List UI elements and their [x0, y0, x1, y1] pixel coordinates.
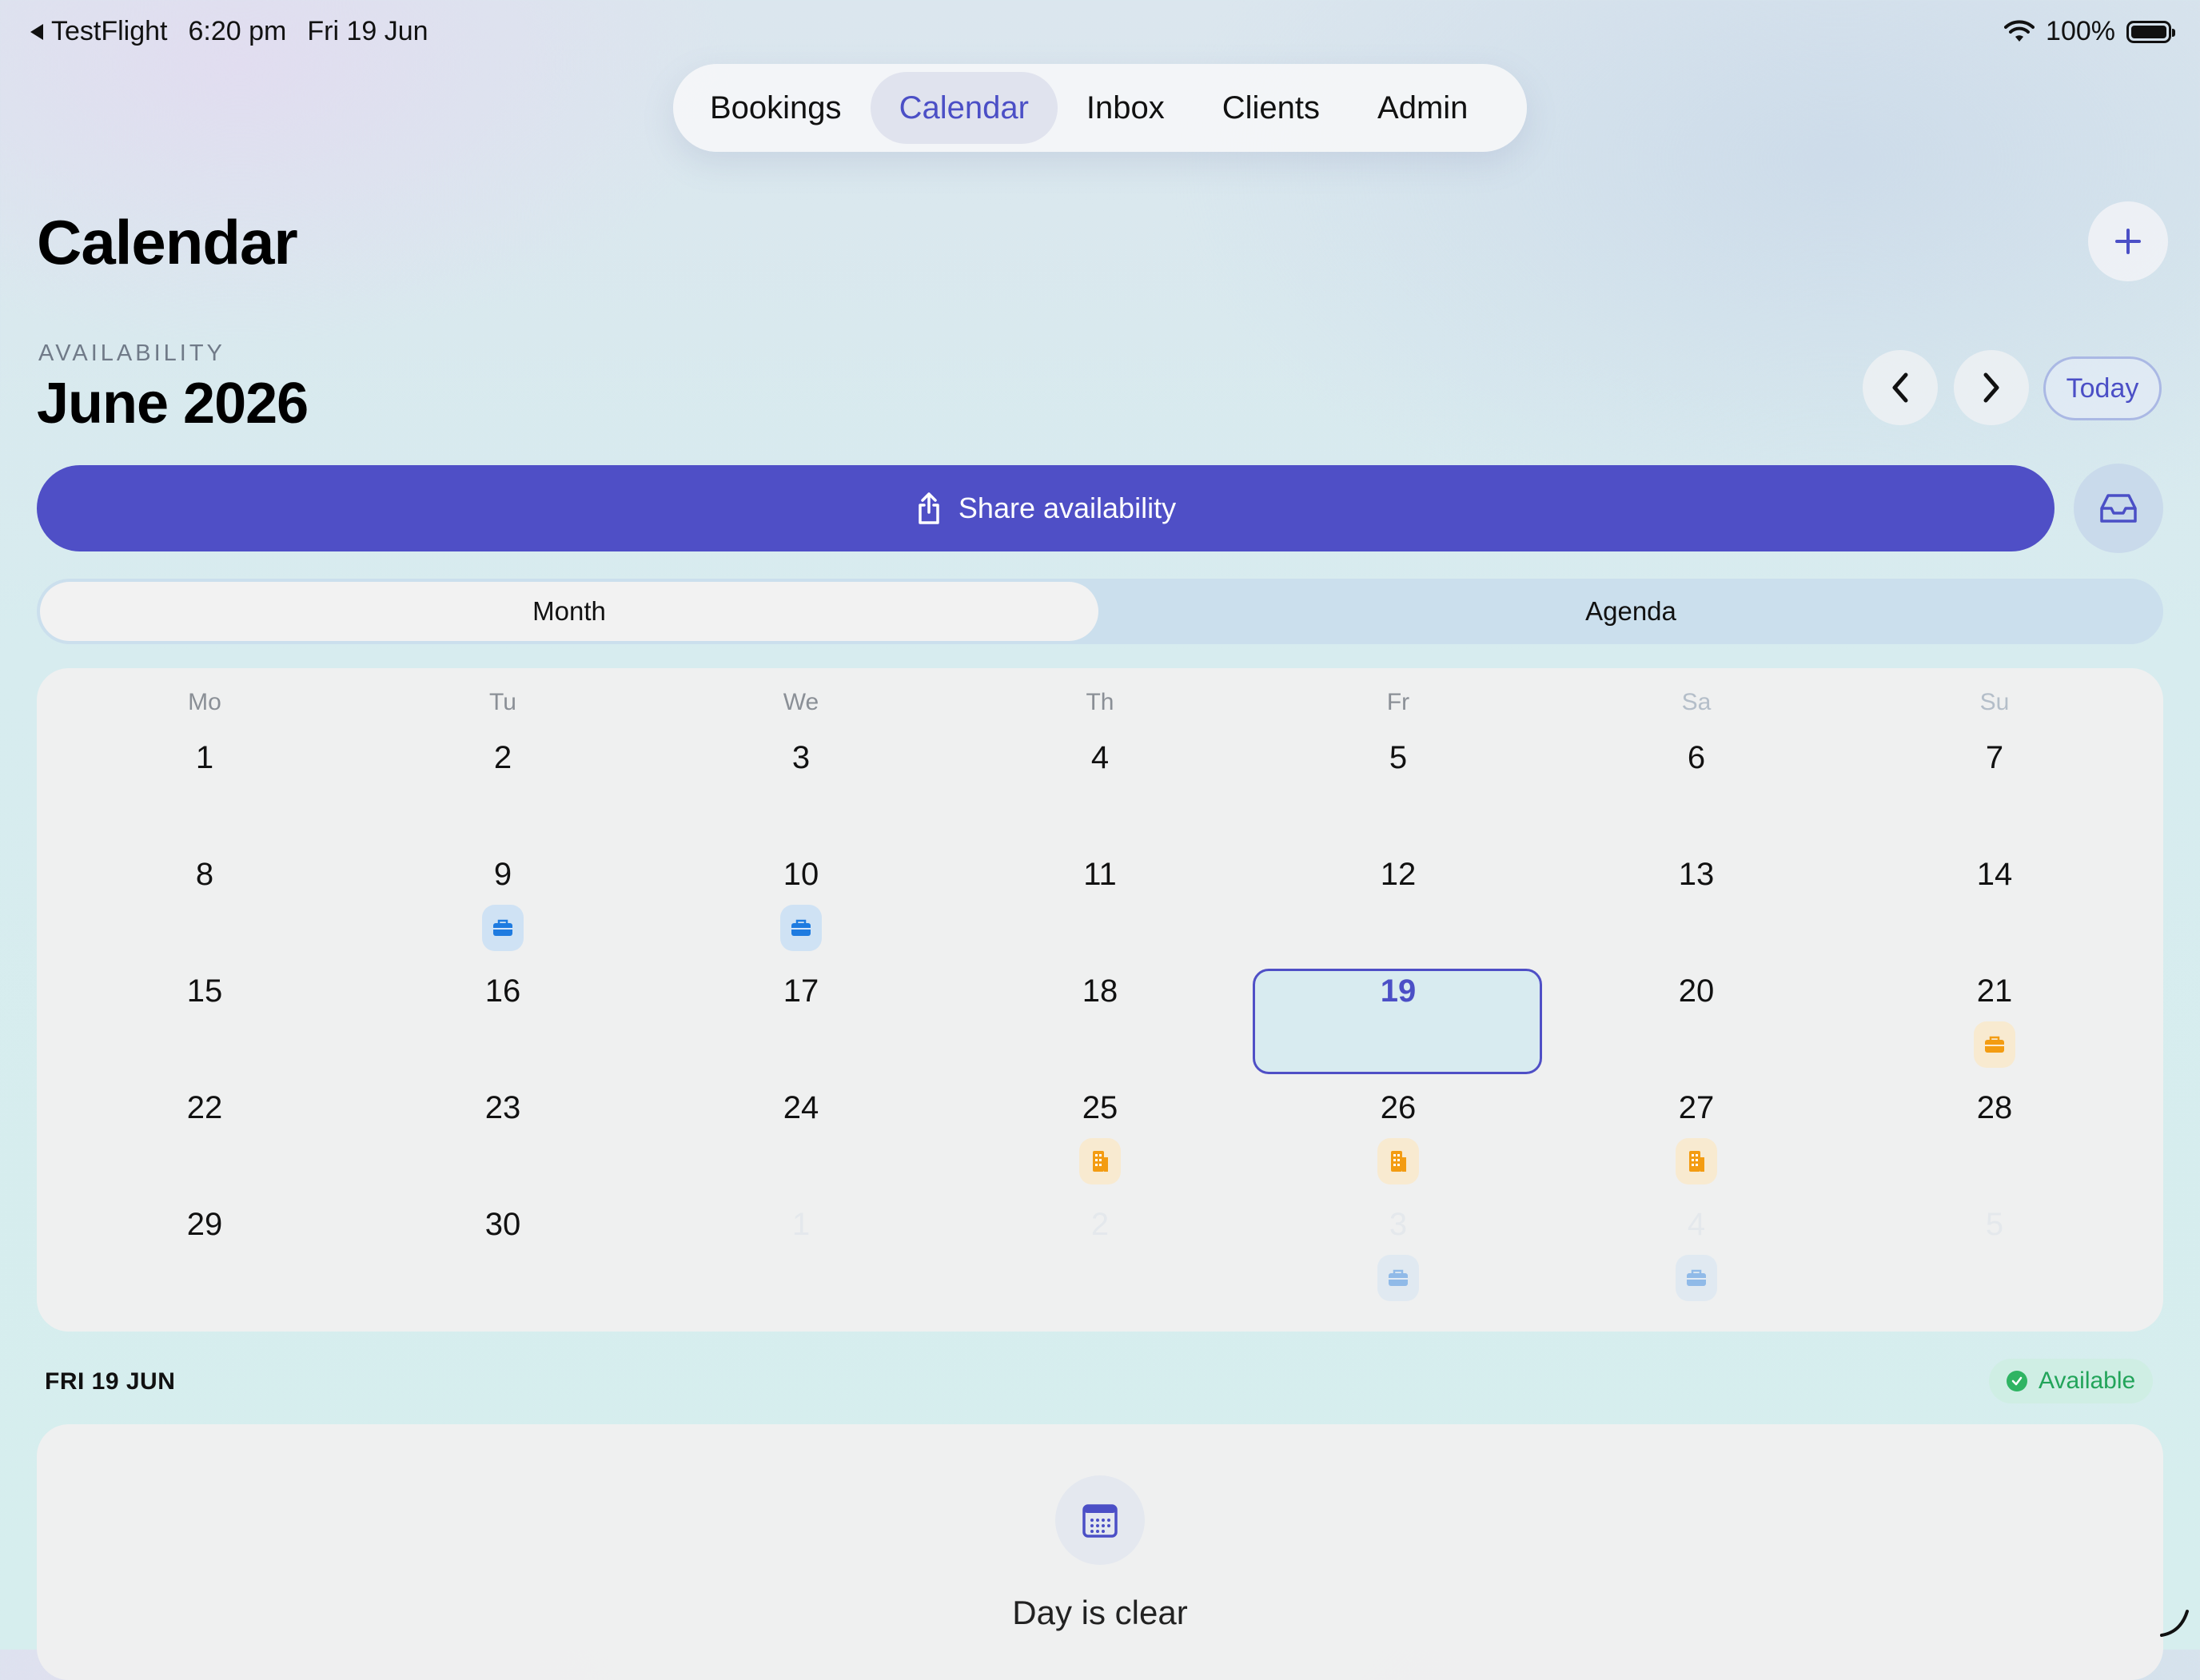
resize-handle-icon[interactable]: [2157, 1605, 2192, 1640]
calendar-day[interactable]: 10: [721, 857, 881, 893]
calendar-day[interactable]: 19: [1318, 973, 1478, 1009]
briefcase-icon: [1676, 1255, 1717, 1301]
top-tab-bar: Bookings Calendar Inbox Clients Admin: [673, 64, 1527, 152]
segment-month[interactable]: Month: [40, 582, 1098, 641]
calendar-day[interactable]: 13: [1616, 857, 1776, 893]
calendar-day[interactable]: 24: [721, 1090, 881, 1126]
calendar-day[interactable]: 12: [1318, 857, 1478, 893]
calendar-day[interactable]: 7: [1915, 740, 2074, 776]
calendar-day[interactable]: 17: [721, 973, 881, 1009]
weekday-header: Sa: [1681, 689, 1712, 715]
checkmark-circle-icon: [2007, 1371, 2027, 1391]
calendar-day[interactable]: 2: [1020, 1207, 1180, 1243]
selected-date-label: FRI 19 JUN: [45, 1368, 176, 1395]
status-date: Fri 19 Jun: [307, 16, 428, 46]
back-app-label: TestFlight: [51, 16, 168, 46]
status-bar-right: 100%: [2004, 16, 2175, 47]
tab-clients[interactable]: Clients: [1194, 72, 1349, 144]
calendar-icon: [1055, 1475, 1145, 1565]
briefcase-icon: [780, 905, 822, 951]
month-calendar: Mo Tu We Th Fr Sa Su 1 2 3 4 5 6 7 8 9 10 11 12 13 14 15 16 17 1…: [37, 668, 2163, 1332]
back-to-app-link[interactable]: TestFlight: [29, 16, 168, 47]
add-button[interactable]: [2088, 201, 2168, 281]
calendar-day[interactable]: 1: [125, 740, 285, 776]
briefcase-icon: [482, 905, 524, 951]
weekday-header: Su: [1979, 689, 2010, 715]
today-button[interactable]: Today: [2043, 356, 2162, 420]
building-icon: [1079, 1138, 1121, 1184]
share-availability-button[interactable]: Share availability: [37, 465, 2055, 551]
calendar-day[interactable]: 5: [1915, 1207, 2074, 1243]
calendar-day[interactable]: 15: [125, 973, 285, 1009]
calendar-day[interactable]: 2: [423, 740, 583, 776]
share-icon: [919, 492, 939, 524]
segment-agenda[interactable]: Agenda: [1102, 582, 2160, 641]
tab-calendar[interactable]: Calendar: [870, 72, 1058, 144]
inbox-button[interactable]: [2074, 464, 2163, 553]
calendar-day[interactable]: 25: [1020, 1090, 1180, 1126]
page-title: Calendar: [37, 207, 298, 277]
weekday-header: Mo: [188, 689, 221, 715]
month-title: June 2026: [37, 372, 309, 436]
day-detail-card: Day is clear: [37, 1424, 2163, 1680]
empty-state-text: Day is clear: [1012, 1594, 1188, 1631]
calendar-day[interactable]: 4: [1616, 1207, 1776, 1243]
battery-percent: 100%: [2046, 16, 2115, 46]
calendar-day[interactable]: 23: [423, 1090, 583, 1126]
building-icon: [1676, 1138, 1717, 1184]
plus-icon: [2115, 229, 2141, 254]
calendar-day[interactable]: 22: [125, 1090, 285, 1126]
tray-icon: [2100, 494, 2137, 523]
calendar-day[interactable]: 30: [423, 1207, 583, 1243]
calendar-day[interactable]: 9: [423, 857, 583, 893]
status-time: 6:20 pm: [188, 16, 287, 46]
calendar-day[interactable]: 21: [1915, 973, 2074, 1009]
status-badge-label: Available: [2039, 1367, 2136, 1394]
status-bar-left: TestFlight 6:20 pm Fri 19 Jun: [29, 16, 428, 47]
previous-month-button[interactable]: [1863, 350, 1938, 425]
status-badge: Available: [1989, 1359, 2154, 1403]
weekday-header: Fr: [1386, 689, 1410, 715]
calendar-day[interactable]: 20: [1616, 973, 1776, 1009]
back-triangle-icon: [30, 23, 43, 40]
calendar-day[interactable]: 27: [1616, 1090, 1776, 1126]
briefcase-icon: [1974, 1021, 2015, 1068]
view-segmented-control: Month Agenda: [37, 579, 2163, 644]
tab-bookings[interactable]: Bookings: [681, 72, 871, 144]
wifi-icon: [2004, 19, 2035, 42]
weekday-header: We: [783, 689, 819, 715]
calendar-day[interactable]: 16: [423, 973, 583, 1009]
tab-admin[interactable]: Admin: [1349, 72, 1497, 144]
building-icon: [1377, 1138, 1419, 1184]
calendar-day[interactable]: 6: [1616, 740, 1776, 776]
weekday-header: Th: [1086, 689, 1114, 715]
chevron-left-icon: [1892, 372, 1908, 403]
calendar-day[interactable]: 3: [721, 740, 881, 776]
calendar-day[interactable]: 28: [1915, 1090, 2074, 1126]
section-label: AVAILABILITY: [38, 340, 225, 366]
briefcase-icon: [1377, 1255, 1419, 1301]
chevron-right-icon: [1983, 372, 1999, 403]
tab-inbox[interactable]: Inbox: [1058, 72, 1194, 144]
calendar-day[interactable]: 18: [1020, 973, 1180, 1009]
calendar-day[interactable]: 3: [1318, 1207, 1478, 1243]
calendar-day[interactable]: 29: [125, 1207, 285, 1243]
calendar-day[interactable]: 11: [1020, 857, 1180, 893]
calendar-day[interactable]: 8: [125, 857, 285, 893]
calendar-day[interactable]: 4: [1020, 740, 1180, 776]
weekday-header: Tu: [489, 689, 516, 715]
share-availability-label: Share availability: [958, 492, 1177, 524]
calendar-day[interactable]: 1: [721, 1207, 881, 1243]
next-month-button[interactable]: [1954, 350, 2029, 425]
calendar-day[interactable]: 26: [1318, 1090, 1478, 1126]
calendar-day[interactable]: 14: [1915, 857, 2074, 893]
battery-icon: [2126, 20, 2175, 43]
calendar-day[interactable]: 5: [1318, 740, 1478, 776]
